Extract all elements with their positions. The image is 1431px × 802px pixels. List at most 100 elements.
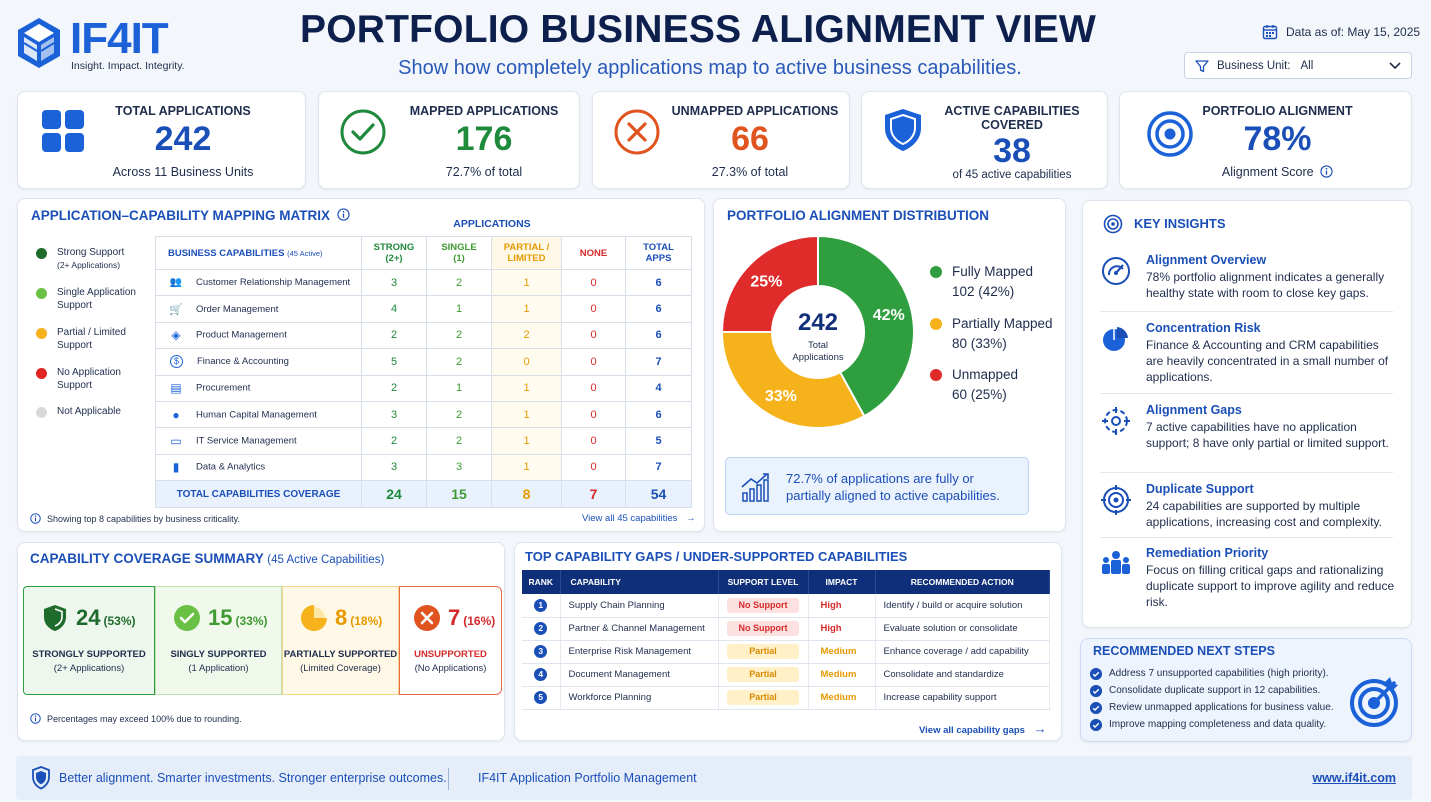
matrix-value-cell: 0 xyxy=(491,348,562,376)
logo-tagline: Insight. Impact. Integrity. xyxy=(71,60,185,72)
matrix-row[interactable]: 👥 Customer Relationship Management 3 2 1 0 6 xyxy=(155,268,692,297)
bar-chart-icon: ▮ xyxy=(172,460,180,475)
check-circle-icon xyxy=(340,109,386,155)
chevron-down-icon xyxy=(1389,61,1401,69)
legend-text: Strong Support (2+ Applications) xyxy=(57,246,157,272)
view-all-capabilities-link[interactable]: View all 45 capabilities → xyxy=(582,513,696,524)
gap-capability: Supply Chain Planning xyxy=(560,594,719,618)
coverage-title-text: CAPABILITY COVERAGE SUMMARY xyxy=(30,551,264,566)
gap-row[interactable]: 2 Partner & Channel Management No Support H… xyxy=(522,617,1050,641)
gap-support-cell: No Support xyxy=(718,594,809,618)
matrix-value-cell: 2 xyxy=(491,321,562,350)
matrix-row[interactable]: ▮ Data & Analytics 3 3 1 0 7 xyxy=(155,453,692,482)
legend-label: Single Application Support xyxy=(57,287,136,311)
matrix-value-cell: 1 xyxy=(491,427,562,455)
donut-slice-label: 42% xyxy=(873,307,905,324)
gap-row[interactable]: 5 Workforce Planning Partial Medium Increase… xyxy=(522,686,1050,710)
insight-body: 24 capabilities are supported by multipl… xyxy=(1146,499,1382,529)
insights-target-icon xyxy=(1103,214,1123,234)
matrix-value-cell: 3 xyxy=(426,453,492,482)
donut-legend-label: Unmapped xyxy=(952,367,1019,382)
matrix-row[interactable]: ▭ IT Service Management 2 2 1 0 5 xyxy=(155,427,692,455)
matrix-value-cell: 7 xyxy=(625,348,692,376)
coverage-box[interactable]: 24 (53%) STRONGLY SUPPORTED (2+ Application… xyxy=(23,586,155,695)
matrix-value-cell: 0 xyxy=(561,374,626,402)
footer-bar: Better alignment. Smarter investments. S… xyxy=(16,756,1412,800)
kpi-active-capabilities[interactable]: ACTIVE CAPABILITIES COVERED 38 of 45 act… xyxy=(861,91,1108,189)
coverage-box[interactable]: 7 (16%) UNSUPPORTED (No Applications) xyxy=(399,586,502,695)
check-circle-icon xyxy=(1090,719,1102,731)
gap-rank-cell: 3 xyxy=(522,640,561,664)
matrix-value-cell: 3 xyxy=(361,400,427,429)
gap-support-cell: Partial xyxy=(718,686,809,710)
kpi-label: ACTIVE CAPABILITIES COVERED xyxy=(937,104,1087,132)
matrix-title: APPLICATION–CAPABILITY MAPPING MATRIX xyxy=(31,208,350,223)
coverage-percent: (18%) xyxy=(350,614,383,628)
kpi-sub: Across 11 Business Units xyxy=(112,165,254,179)
person-icon: ● xyxy=(172,407,180,422)
gap-row[interactable]: 3 Enterprise Risk Management Partial Medium… xyxy=(522,640,1050,664)
legend-text: No Application Support xyxy=(57,366,157,392)
insight-body: Focus on filling critical gaps and ratio… xyxy=(1146,563,1395,609)
matrix-row[interactable]: 🛒 Order Management 4 1 1 0 6 xyxy=(155,295,692,323)
insight-body: 78% portfolio alignment indicates a gene… xyxy=(1146,270,1385,300)
donut-legend-dot xyxy=(930,318,942,330)
matrix-capability-cell: ▭ IT Service Management xyxy=(155,427,362,455)
matrix-row[interactable]: ◈ Product Management 2 2 2 0 6 xyxy=(155,321,692,350)
coverage-box[interactable]: 15 (33%) SINGLY SUPPORTED (1 Application) xyxy=(155,586,282,695)
view-all-gaps-link[interactable]: View all capability gaps → xyxy=(919,721,1047,736)
view-all-capabilities-text: View all 45 capabilities xyxy=(582,513,678,524)
logo-text: IF4IT xyxy=(70,14,169,63)
matrix-row[interactable]: $ Finance & Accounting 5 2 0 0 7 xyxy=(155,348,692,376)
footer-website-link[interactable]: www.if4it.com xyxy=(1312,771,1396,785)
donut-legend-dot xyxy=(930,369,942,381)
bullseye-arrow-icon xyxy=(1350,677,1398,727)
info-icon xyxy=(30,513,41,524)
grid-icon xyxy=(42,110,84,152)
team-icon xyxy=(1102,551,1130,574)
info-icon[interactable] xyxy=(1320,165,1333,178)
gauge-icon xyxy=(1102,257,1130,285)
kpi-mapped-applications[interactable]: MAPPED APPLICATIONS 176 72.7% of total xyxy=(318,91,580,189)
next-step-text: Review unmapped applications for busines… xyxy=(1109,702,1334,713)
business-unit-filter[interactable]: Business Unit: All xyxy=(1184,52,1412,79)
kpi-total-applications[interactable]: TOTAL APPLICATIONS 242 Across 11 Busines… xyxy=(17,91,306,189)
gap-rank-badge: 2 xyxy=(534,622,548,635)
coverage-value: 24 (53%) xyxy=(76,605,136,631)
footer-divider xyxy=(448,768,449,790)
coverage-sub: (Limited Coverage) xyxy=(300,663,381,674)
gap-impact: Medium xyxy=(808,640,876,664)
kpi-value: 176 xyxy=(455,120,513,158)
gap-support-pill: Partial xyxy=(727,644,799,659)
matrix-total-label: TOTAL CAPABILITIES COVERAGE xyxy=(155,480,362,509)
monitor-icon: ▭ xyxy=(170,434,182,449)
matrix-value-cell: 4 xyxy=(625,374,692,402)
if4it-logo[interactable]: IF4IT Insight. Impact. Integrity. xyxy=(16,14,206,76)
gap-row[interactable]: 4 Document Management Partial Medium Consoli… xyxy=(522,663,1050,687)
matrix-capability-cell: ▮ Data & Analytics xyxy=(155,453,362,482)
gap-support-cell: Partial xyxy=(718,663,809,687)
gap-support-pill: No Support xyxy=(727,597,799,613)
kpi-portfolio-alignment[interactable]: PORTFOLIO ALIGNMENT 78% Alignment Score xyxy=(1119,91,1412,189)
matrix-total-cell: 8 xyxy=(491,480,562,509)
check-circle-icon xyxy=(174,605,200,631)
kpi-unmapped-applications[interactable]: UNMAPPED APPLICATIONS 66 27.3% of total xyxy=(592,91,850,189)
gaps-col-action: RECOMMENDED ACTION xyxy=(875,570,1050,594)
gap-row[interactable]: 1 Supply Chain Planning No Support High Iden… xyxy=(522,594,1050,618)
donut-legend-text: Fully Mapped 102 (42%) xyxy=(952,262,1033,302)
cart-icon: 🛒 xyxy=(169,303,183,316)
shield-icon xyxy=(32,766,50,790)
insight-heading: Duplicate Support xyxy=(1146,482,1254,496)
coverage-box[interactable]: 8 (18%) PARTIALLY SUPPORTED (Limited Covera… xyxy=(282,586,399,695)
donut-slice[interactable] xyxy=(720,331,866,429)
coverage-sub: (1 Application) xyxy=(188,663,249,674)
matrix-col-label: NONE xyxy=(579,247,608,259)
matrix-value-cell: 2 xyxy=(426,400,492,429)
arrow-right-icon: → xyxy=(686,513,696,524)
alignment-callout: 72.7% of applications are fully or parti… xyxy=(725,457,1029,515)
matrix-row[interactable]: ● Human Capital Management 3 2 1 0 6 xyxy=(155,400,692,429)
matrix-row[interactable]: ▤ Procurement 2 1 1 0 4 xyxy=(155,374,692,402)
info-icon[interactable] xyxy=(337,208,350,221)
page-title: PORTFOLIO BUSINESS ALIGNMENT VIEW xyxy=(300,8,1097,51)
matrix-capability-name: Procurement xyxy=(196,382,251,394)
